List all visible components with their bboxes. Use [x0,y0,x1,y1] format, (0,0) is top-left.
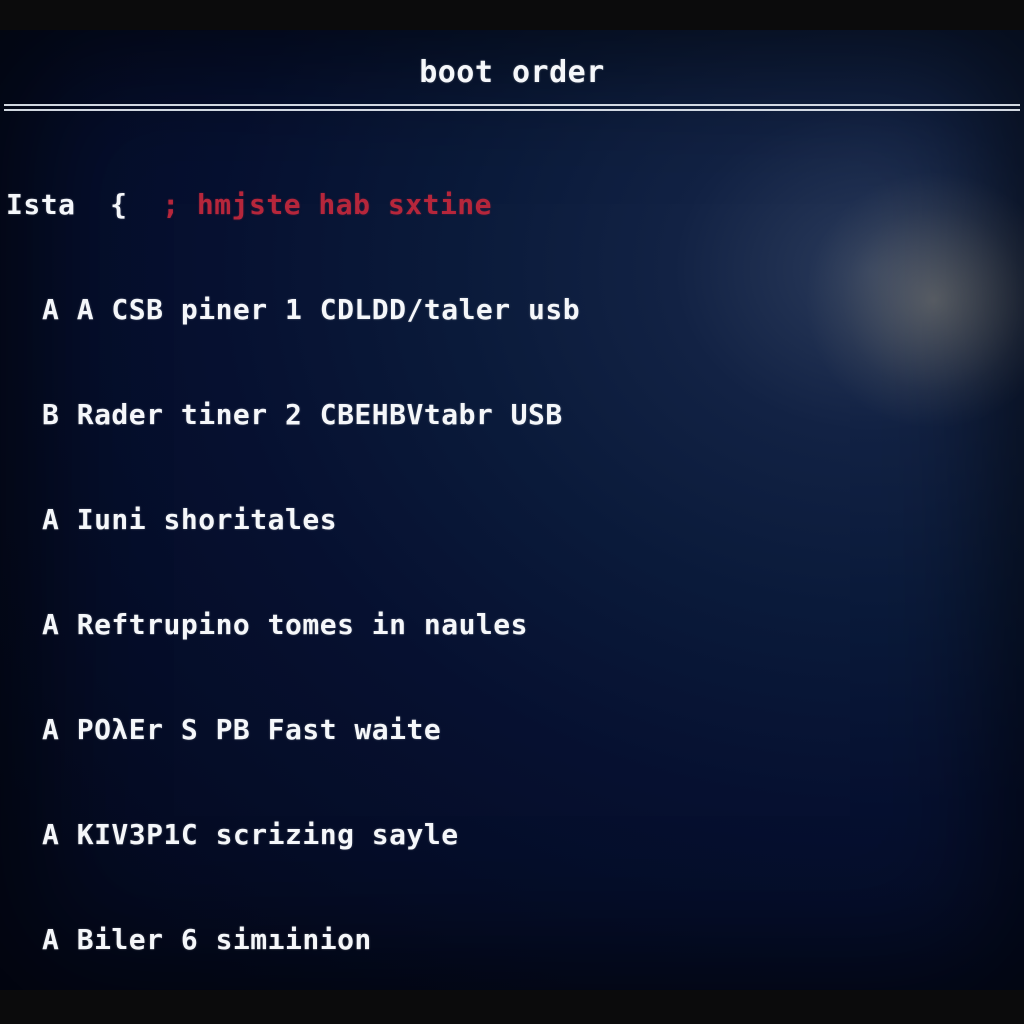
boot-item[interactable]: A A CSB piner 1 CDLDD/taler usb [6,292,1024,327]
boot-item[interactable]: B Rader tiner 2 CBEHBVtabr USB [6,397,1024,432]
bios-screen: boot order Ista { ; hmjste hab sxtine A … [0,30,1024,990]
boot-item[interactable]: A POλEr S PB Fast waite [6,712,1024,747]
boot-item[interactable]: A Biler 6 simıinion [6,922,1024,957]
screen-title: boot order [0,30,1024,100]
monitor-bezel: boot order Ista { ; hmjste hab sxtine A … [0,0,1024,1024]
boot-item[interactable]: A KIV3P1C scrizing sayle [6,817,1024,852]
boot-list[interactable]: Ista { ; hmjste hab sxtine A A CSB piner… [0,117,1024,1024]
boot-item[interactable]: A Iuni shoritales [6,502,1024,537]
divider-top [4,104,1020,111]
boot-item[interactable]: A Reftrupino tomes in naules [6,607,1024,642]
list-header: Ista { ; hmjste hab sxtine [6,187,1024,222]
